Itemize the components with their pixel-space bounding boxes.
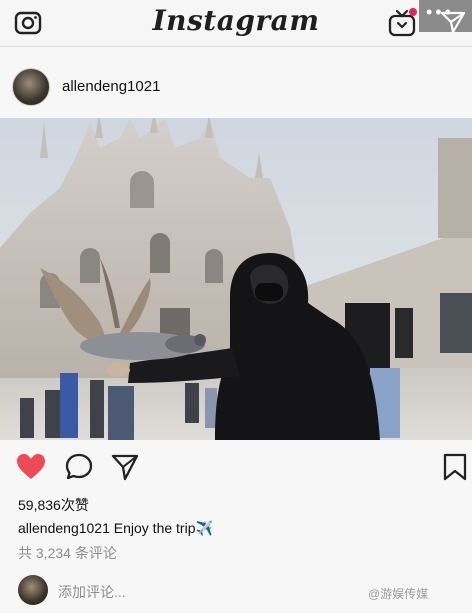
comment-icon[interactable]: [64, 452, 94, 482]
post-author-row: allendeng1021: [0, 60, 472, 112]
avatar[interactable]: [12, 68, 50, 106]
watermark: @游娱传媒: [368, 587, 429, 601]
add-comment-input[interactable]: 添加评论...: [58, 582, 126, 602]
post-caption: allendeng1021 Enjoy the trip✈️: [18, 520, 213, 537]
notification-dot: [409, 8, 417, 16]
like-heart-icon[interactable]: [16, 452, 46, 482]
caption-username[interactable]: allendeng1021: [18, 520, 110, 536]
direct-message-icon[interactable]: [440, 10, 466, 34]
share-icon[interactable]: [110, 452, 140, 482]
view-comments-link[interactable]: 共 3,234 条评论: [18, 543, 117, 563]
like-count[interactable]: 59,836次赞: [18, 495, 89, 515]
current-user-avatar: [18, 575, 48, 605]
post-actions: [0, 448, 472, 488]
instagram-post-page: Instagram ••• allendeng1021 59,836次赞 all…: [0, 0, 472, 613]
post-username[interactable]: allendeng1021: [62, 78, 160, 95]
post-photo-illustration: [0, 118, 472, 440]
post-photo[interactable]: [0, 118, 472, 440]
caption-text: Enjoy the trip✈️: [113, 520, 213, 536]
save-bookmark-icon[interactable]: [440, 452, 470, 482]
top-bar: Instagram •••: [0, 0, 472, 47]
